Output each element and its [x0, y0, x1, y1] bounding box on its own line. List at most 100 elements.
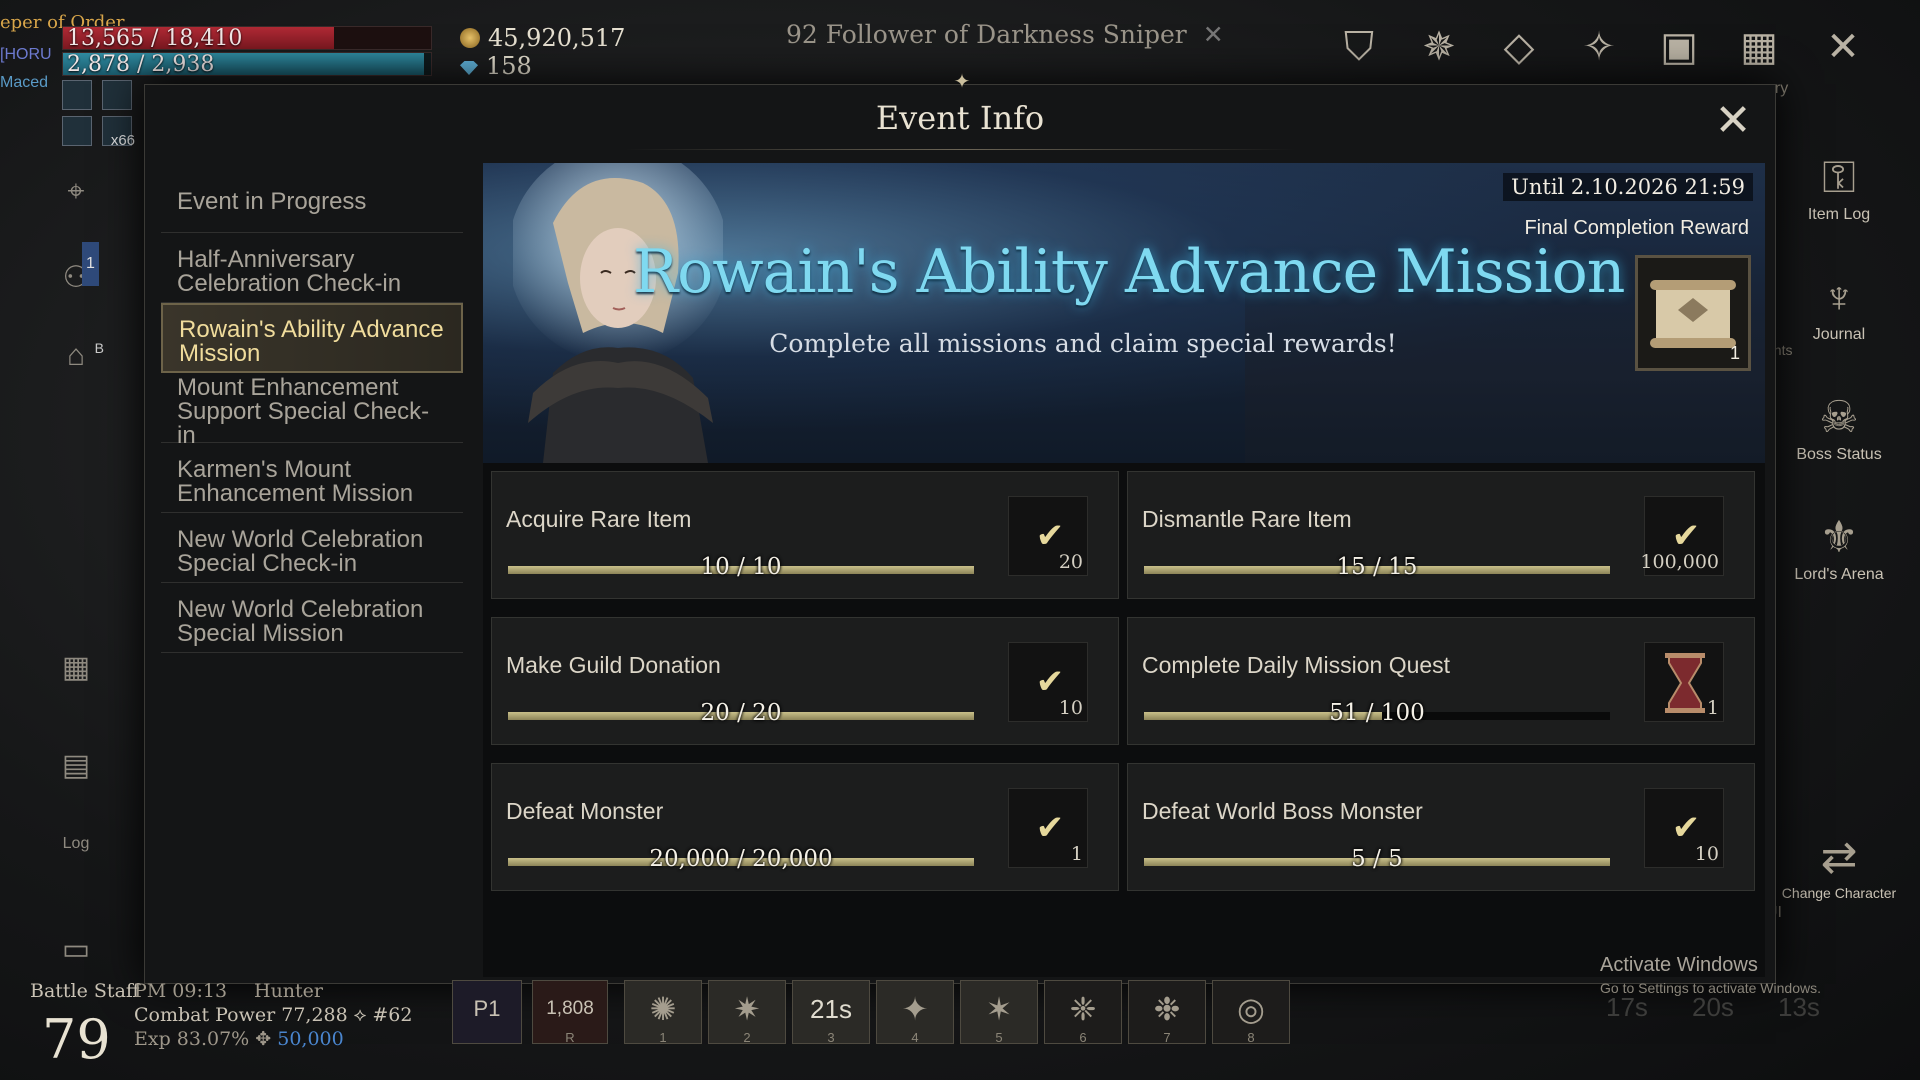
skill-slot-2[interactable]: ✷ 2: [708, 980, 786, 1045]
gem-amount: 158: [486, 52, 532, 80]
final-reward-slot[interactable]: 1: [1635, 255, 1751, 371]
mission-reward-slot[interactable]: ✔ 10: [1008, 642, 1088, 722]
close-menu-icon[interactable]: ✕: [1814, 18, 1872, 76]
nav-item-half-anniversary[interactable]: Half-Anniversary Celebration Check-in: [161, 233, 463, 303]
lock-buff-icon[interactable]: [62, 80, 92, 110]
potion-slot[interactable]: 1,808 R: [532, 980, 608, 1045]
item-log-menu[interactable]: ⚿ Item Log: [1774, 150, 1904, 224]
mission-reward-slot[interactable]: 1: [1644, 642, 1724, 722]
nav-item-new-world-checkin[interactable]: New World Celebration Special Check-in: [161, 513, 463, 583]
event-subheadline: Complete all missions and claim special …: [769, 329, 1397, 358]
skill-key: 2: [743, 1030, 751, 1045]
add-friend-icon[interactable]: ⚇ 1: [54, 242, 99, 300]
mission-card: Dismantle Rare Item 15 / 15 ✔ 100,000: [1127, 471, 1755, 599]
gem-icon: [460, 61, 478, 75]
star-burst-icon[interactable]: ✵: [1410, 18, 1468, 76]
mission-reward-slot[interactable]: ✔ 10: [1644, 788, 1724, 868]
journal-menu[interactable]: ♆ Journal: [1774, 270, 1904, 344]
skill-slot-1[interactable]: ✺ 1: [624, 980, 702, 1045]
mission-progress-text: 20,000 / 20,000: [649, 846, 833, 872]
map-icon[interactable]: ▣: [1650, 18, 1708, 76]
target-name: 92 Follower of Darkness Sniper: [786, 20, 1187, 49]
modal-ornament-icon: ✦: [953, 71, 971, 93]
diamond-buff-icon[interactable]: [102, 80, 132, 110]
nav-item-label: Half-Anniversary Celebration Check-in: [177, 245, 402, 297]
reward-count: 20: [1058, 551, 1083, 573]
preset-button[interactable]: P1: [452, 980, 522, 1044]
shield-buff-icon[interactable]: [62, 116, 92, 146]
modal-title: Event Info: [875, 99, 1045, 137]
home-icon[interactable]: ⌂ B: [54, 334, 104, 378]
lords-arena-menu[interactable]: ⚜ Lord's Arena: [1774, 510, 1904, 584]
boss-status-menu[interactable]: ☠ Boss Status: [1774, 390, 1904, 464]
mission-reward-slot[interactable]: ✔ 20: [1008, 496, 1088, 576]
grid-menu-icon[interactable]: ▦: [54, 646, 98, 690]
skill-slot-6[interactable]: ❈ 6: [1044, 980, 1122, 1045]
home-badge: B: [94, 340, 104, 356]
skill-slot-7[interactable]: ❉ 7: [1128, 980, 1206, 1045]
skill-key: 5: [995, 1030, 1003, 1045]
diamond-icon[interactable]: ◇: [1490, 18, 1548, 76]
mission-reward-slot[interactable]: ✔ 1: [1008, 788, 1088, 868]
nav-item-mount-enhancement-checkin[interactable]: Mount Enhancement Support Special Check-…: [161, 373, 463, 447]
nav-item-label: Mount Enhancement Support Special Check-…: [177, 373, 430, 449]
character-portrait: [513, 163, 723, 463]
region-name: Maced: [0, 74, 49, 91]
hp-text: 13,565 / 18,410: [67, 26, 243, 51]
weapon-label: Battle Staff: [30, 980, 140, 1002]
gold-amount: 45,920,517: [488, 24, 626, 52]
buff-count: x66: [110, 132, 135, 149]
nav-item-label: Event in Progress: [177, 187, 367, 215]
mission-name: Make Guild Donation: [506, 652, 721, 678]
log-button[interactable]: Log: [54, 834, 98, 878]
skill-icon: ❈: [1069, 991, 1097, 1027]
modal-close-button[interactable]: ✕: [1713, 99, 1753, 143]
chat-icon[interactable]: ▭: [54, 928, 98, 972]
boost-buff-icon[interactable]: x66: [102, 116, 135, 149]
skill-icon: ◎: [1237, 991, 1265, 1027]
skill-icon: ❉: [1153, 991, 1181, 1027]
skill-slot-3[interactable]: 21s 3: [792, 980, 870, 1045]
journal-label: Journal: [1812, 326, 1866, 343]
skill-icon: ✷: [733, 991, 761, 1027]
nav-item-rowains-mission[interactable]: Rowain's Ability Advance Mission: [161, 303, 463, 373]
exp-info: Exp 83.07% ✥ 50,000: [134, 1028, 344, 1050]
nav-item-karmens-mission[interactable]: Karmen's Mount Enhancement Mission: [161, 443, 463, 513]
skill-slot-8[interactable]: ◎ 8: [1212, 980, 1290, 1045]
rank-text: #62: [372, 1004, 413, 1026]
windows-activation-title: Activate Windows: [1600, 954, 1758, 976]
journal-icon: ♆: [1822, 273, 1856, 322]
event-content: Until 2.10.2026 21:59 Final Completion R…: [483, 163, 1765, 977]
event-headline: Rowain's Ability Advance Mission: [633, 237, 1625, 307]
location-pin-icon[interactable]: ⌖: [54, 170, 98, 214]
target-close-icon[interactable]: ✕: [1203, 20, 1224, 49]
check-icon: ✔: [1671, 809, 1701, 847]
shield-crest-icon[interactable]: ⛉: [1330, 18, 1388, 76]
nav-item-label: New World Celebration Special Check-in: [177, 525, 424, 577]
skill-slot-5[interactable]: ✶ 5: [960, 980, 1038, 1045]
check-icon: ✔: [1035, 809, 1065, 847]
skill-icon: ✶: [985, 991, 1013, 1027]
calendar-icon[interactable]: ▤: [54, 744, 98, 788]
gold-currency: 45,920,517: [460, 24, 625, 52]
mission-progress-text: 10 / 10: [700, 554, 782, 580]
item-log-icon: ⚿: [1822, 153, 1856, 202]
nav-item-new-world-mission[interactable]: New World Celebration Special Mission: [161, 583, 463, 653]
event-deadline: Until 2.10.2026 21:59: [1503, 173, 1753, 201]
mission-reward-slot[interactable]: ✔ 100,000: [1640, 496, 1724, 576]
gold-coin-icon: [460, 28, 480, 48]
exp-points-icon: ✥: [255, 1028, 272, 1050]
gem-currency: 158: [460, 52, 532, 80]
inventory-icon[interactable]: ▦: [1730, 18, 1788, 76]
change-character-menu[interactable]: ⇄ Change Character: [1774, 830, 1904, 901]
reward-count: 1: [1706, 697, 1719, 719]
item-log-label: Item Log: [1807, 206, 1871, 223]
skill-key: 8: [1247, 1030, 1255, 1045]
mp-bar: 2,878 / 2,938: [62, 52, 432, 77]
title-divider: [625, 149, 1295, 150]
skill-slot-4[interactable]: ✦ 4: [876, 980, 954, 1045]
compass-diamond-icon[interactable]: ✧: [1570, 18, 1628, 76]
skill-cooldown: 21s: [810, 994, 852, 1024]
nav-item-event-in-progress[interactable]: Event in Progress: [161, 163, 463, 233]
cooldown-20: 20s: [1692, 992, 1734, 1022]
